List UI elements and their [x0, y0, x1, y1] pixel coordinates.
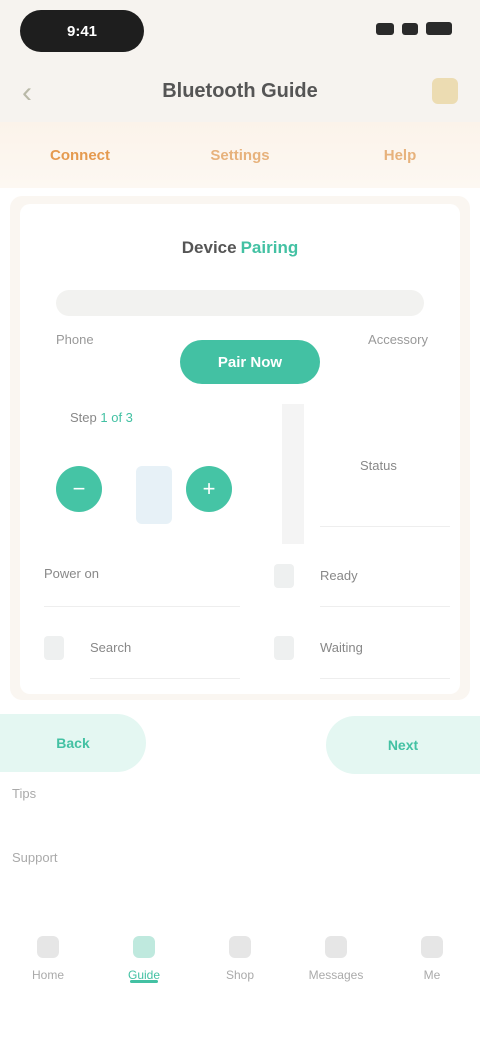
card-title-text: Device — [181, 238, 237, 257]
nav-shop[interactable]: Shop — [192, 900, 288, 1040]
system-icons — [376, 22, 452, 35]
step-label: Step — [70, 410, 97, 425]
card-title-highlight: Pairing — [240, 238, 299, 257]
tab-label: Connect — [50, 146, 110, 164]
pairing-card: Device Pairing Phone Accessory Pair Now S… — [20, 204, 460, 694]
row-label-power: Power on — [44, 566, 99, 581]
power-icon — [274, 564, 294, 588]
column-divider — [282, 404, 304, 544]
card-title: Device Pairing — [20, 238, 460, 258]
message-icon — [325, 936, 347, 958]
phone-icon — [136, 466, 172, 524]
bottom-navigation: Home Guide Shop Messages Me — [0, 900, 480, 1040]
tab-bar: Connect Settings Help — [0, 122, 480, 188]
tab-label: Help — [383, 146, 417, 164]
divider-line — [90, 678, 240, 679]
left-device-label: Phone — [56, 332, 94, 347]
active-indicator — [130, 980, 158, 983]
next-action-button[interactable]: Next — [326, 716, 480, 774]
status-time: 9:41 — [66, 22, 98, 40]
tab-settings[interactable]: Settings — [160, 122, 320, 188]
back-action-button[interactable]: Back — [0, 714, 146, 772]
nav-label: Messages — [308, 968, 364, 982]
search-icon — [44, 636, 64, 660]
row-label-ready: Ready — [320, 568, 358, 583]
plus-icon: + — [202, 476, 216, 501]
home-icon — [37, 936, 59, 958]
battery-icon — [426, 22, 452, 35]
status-icon — [274, 636, 294, 660]
guide-icon — [133, 936, 155, 958]
divider-line — [320, 606, 450, 607]
nav-guide[interactable]: Guide — [96, 900, 192, 1040]
increase-button[interactable]: + — [186, 466, 232, 512]
user-icon — [421, 936, 443, 958]
divider-line — [320, 678, 450, 679]
next-action-label: Next — [387, 737, 419, 753]
row-label-waiting: Waiting — [320, 640, 363, 655]
wifi-icon — [402, 22, 418, 35]
status-label: Status — [360, 458, 397, 473]
tab-label: Settings — [210, 146, 270, 164]
status-bar: 9:41 — [0, 0, 480, 64]
navigation-bar: ‹ Bluetooth Guide — [0, 64, 480, 122]
share-icon[interactable] — [432, 78, 458, 104]
nav-label: Home — [31, 968, 64, 982]
content-panel: Device Pairing Phone Accessory Pair Now S… — [10, 196, 470, 700]
nav-messages[interactable]: Messages — [288, 900, 384, 1040]
nav-me[interactable]: Me — [384, 900, 480, 1040]
pair-button-label: Pair Now — [217, 353, 283, 371]
divider-line — [44, 606, 240, 607]
nav-label: Me — [423, 968, 441, 982]
row-label-search: Search — [90, 640, 132, 655]
support-text: Support — [12, 850, 58, 865]
step-indicator: Step 1 of 3 — [70, 410, 133, 425]
back-action-label: Back — [56, 735, 90, 751]
nav-home[interactable]: Home — [0, 900, 96, 1040]
nav-label: Shop — [225, 968, 255, 982]
tab-help[interactable]: Help — [320, 122, 480, 188]
status-time-pill: 9:41 — [20, 10, 144, 52]
shop-icon — [229, 936, 251, 958]
divider-line — [320, 526, 450, 527]
pair-button[interactable]: Pair Now — [180, 340, 320, 384]
tips-text: Tips — [12, 786, 37, 801]
right-device-label: Accessory — [368, 332, 428, 347]
step-value: 1 of 3 — [100, 410, 133, 425]
decrease-button[interactable]: − — [56, 466, 102, 512]
page-title: Bluetooth Guide — [162, 80, 318, 102]
signal-icon — [376, 22, 394, 35]
tab-connect[interactable]: Connect — [0, 122, 160, 188]
progress-strip — [56, 290, 424, 316]
minus-icon: − — [72, 476, 86, 501]
